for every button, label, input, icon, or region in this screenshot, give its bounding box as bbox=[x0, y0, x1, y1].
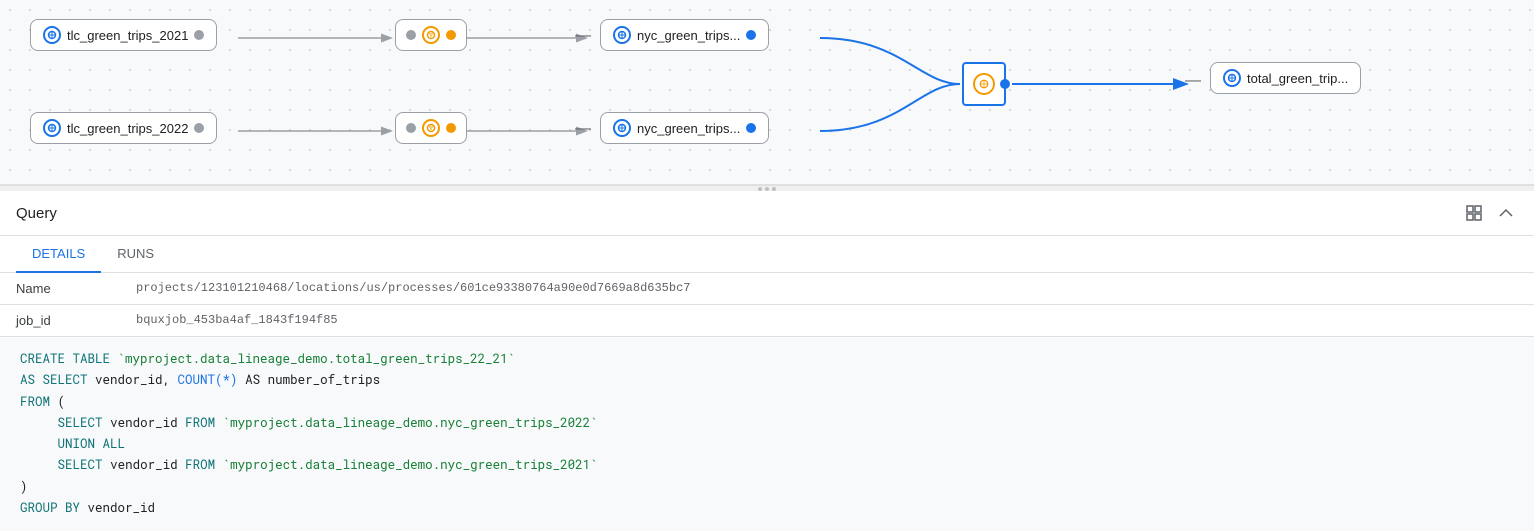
sql-line4: SELECT vendor_id FROM `myproject.data_li… bbox=[20, 413, 1514, 434]
sql-text-vendor: vendor_id, bbox=[95, 372, 178, 388]
node-label-2022: tlc_green_trips_2022 bbox=[67, 121, 188, 136]
dash-total: — bbox=[1185, 72, 1201, 90]
sql-text-vid1: vendor_id bbox=[110, 415, 185, 431]
node-label-total: total_green_trip... bbox=[1247, 71, 1348, 86]
union-output-port bbox=[1000, 79, 1010, 89]
sql-kw-select2: SELECT bbox=[58, 457, 103, 473]
sql-kw-union: UNION ALL bbox=[58, 436, 126, 452]
sql-line6: SELECT vendor_id FROM `myproject.data_li… bbox=[20, 455, 1514, 476]
node-query2021[interactable]: nyc_green_trips... bbox=[600, 19, 769, 51]
sql-line1: CREATE TABLE `myproject.data_lineage_dem… bbox=[20, 349, 1514, 370]
sql-close-paren: ) bbox=[20, 479, 28, 495]
sql-kw-select1: SELECT bbox=[58, 415, 103, 431]
detail-name-label: Name bbox=[0, 273, 120, 305]
sql-indent2 bbox=[20, 436, 50, 452]
pipeline-canvas: tlc_green_trips_2021 — nyc_green_trips..… bbox=[0, 0, 1534, 185]
sql-line7: ) bbox=[20, 477, 1514, 498]
sql-line8: GROUP BY vendor_id bbox=[20, 498, 1514, 519]
tabs: DETAILS RUNS bbox=[0, 236, 1534, 273]
output-port-query2022 bbox=[746, 123, 756, 133]
sql-text-vid2: vendor_id bbox=[110, 457, 185, 473]
node-label-query2021: nyc_green_trips... bbox=[637, 28, 740, 43]
sql-code-area: CREATE TABLE `myproject.data_lineage_dem… bbox=[0, 337, 1534, 531]
node-tlc2022[interactable]: tlc_green_trips_2022 bbox=[30, 112, 217, 144]
tab-details[interactable]: DETAILS bbox=[16, 236, 101, 273]
sql-line3: FROM ( bbox=[20, 392, 1514, 413]
sql-kw-from2: FROM bbox=[185, 415, 215, 431]
node-label-query2022: nyc_green_trips... bbox=[637, 121, 740, 136]
sql-kw-create: CREATE TABLE bbox=[20, 351, 110, 367]
union-icon bbox=[973, 73, 995, 95]
filter-icon-2021 bbox=[422, 26, 440, 44]
source-icon-2021 bbox=[43, 26, 61, 44]
output-port-filter2021 bbox=[446, 30, 456, 40]
sql-text-groupby: vendor_id bbox=[88, 500, 156, 516]
node-union[interactable] bbox=[962, 62, 1006, 106]
output-port-2022 bbox=[194, 123, 204, 133]
output-port-query2021 bbox=[746, 30, 756, 40]
query-icon-2021 bbox=[613, 26, 631, 44]
sql-kw-from3: FROM bbox=[185, 457, 215, 473]
sql-line5: UNION ALL bbox=[20, 434, 1514, 455]
detail-name-value: projects/123101210468/locations/us/proce… bbox=[120, 273, 1534, 305]
sql-indent1 bbox=[20, 415, 50, 431]
panel-header-actions bbox=[1462, 201, 1518, 235]
node-total[interactable]: total_green_trip... bbox=[1210, 62, 1361, 94]
sql-fn-count: COUNT(*) bbox=[178, 372, 238, 388]
collapse-button[interactable] bbox=[1494, 201, 1518, 225]
source-icon-2022 bbox=[43, 119, 61, 137]
sql-indent3 bbox=[20, 457, 50, 473]
detail-jobid-value: bquxjob_453ba4af_1843f194f85 bbox=[120, 305, 1534, 337]
total-icon bbox=[1223, 69, 1241, 87]
node-filter2021[interactable] bbox=[395, 19, 467, 51]
node-query2022[interactable]: nyc_green_trips... bbox=[600, 112, 769, 144]
input-port-filter2021 bbox=[406, 30, 416, 40]
sql-line2: AS SELECT vendor_id, COUNT(*) AS number_… bbox=[20, 370, 1514, 391]
dash-2021: — bbox=[575, 27, 591, 45]
input-port-filter2022 bbox=[406, 123, 416, 133]
detail-jobid-label: job_id bbox=[0, 305, 120, 337]
panel-title: Query bbox=[16, 205, 57, 232]
panel-header: Query bbox=[0, 191, 1534, 236]
sql-text-as: AS number_of_trips bbox=[245, 372, 380, 388]
bottom-panel: Query DETAILS RUNS Name projects/1231012… bbox=[0, 191, 1534, 531]
resize-dots bbox=[758, 187, 776, 191]
sql-str-2021: `myproject.data_lineage_demo.nyc_green_t… bbox=[223, 457, 598, 473]
filter-icon-2022 bbox=[422, 119, 440, 137]
query-icon-2022 bbox=[613, 119, 631, 137]
sql-text-paren: ( bbox=[58, 394, 66, 410]
output-port-2021 bbox=[194, 30, 204, 40]
node-tlc2021[interactable]: tlc_green_trips_2021 bbox=[30, 19, 217, 51]
output-port-filter2022 bbox=[446, 123, 456, 133]
detail-row-name: Name projects/123101210468/locations/us/… bbox=[0, 273, 1534, 305]
sql-kw-from: FROM bbox=[20, 394, 50, 410]
sql-str-table: `myproject.data_lineage_demo.total_green… bbox=[118, 351, 516, 367]
node-label-2021: tlc_green_trips_2021 bbox=[67, 28, 188, 43]
detail-row-jobid: job_id bquxjob_453ba4af_1843f194f85 bbox=[0, 305, 1534, 337]
dash-2022: — bbox=[575, 120, 591, 138]
sql-kw-groupby: GROUP BY bbox=[20, 500, 80, 516]
tab-runs[interactable]: RUNS bbox=[101, 236, 170, 273]
node-filter2022[interactable] bbox=[395, 112, 467, 144]
details-table: Name projects/123101210468/locations/us/… bbox=[0, 273, 1534, 337]
expand-button[interactable] bbox=[1462, 201, 1486, 225]
sql-str-2022: `myproject.data_lineage_demo.nyc_green_t… bbox=[223, 415, 598, 431]
sql-kw-asselect: AS SELECT bbox=[20, 372, 88, 388]
